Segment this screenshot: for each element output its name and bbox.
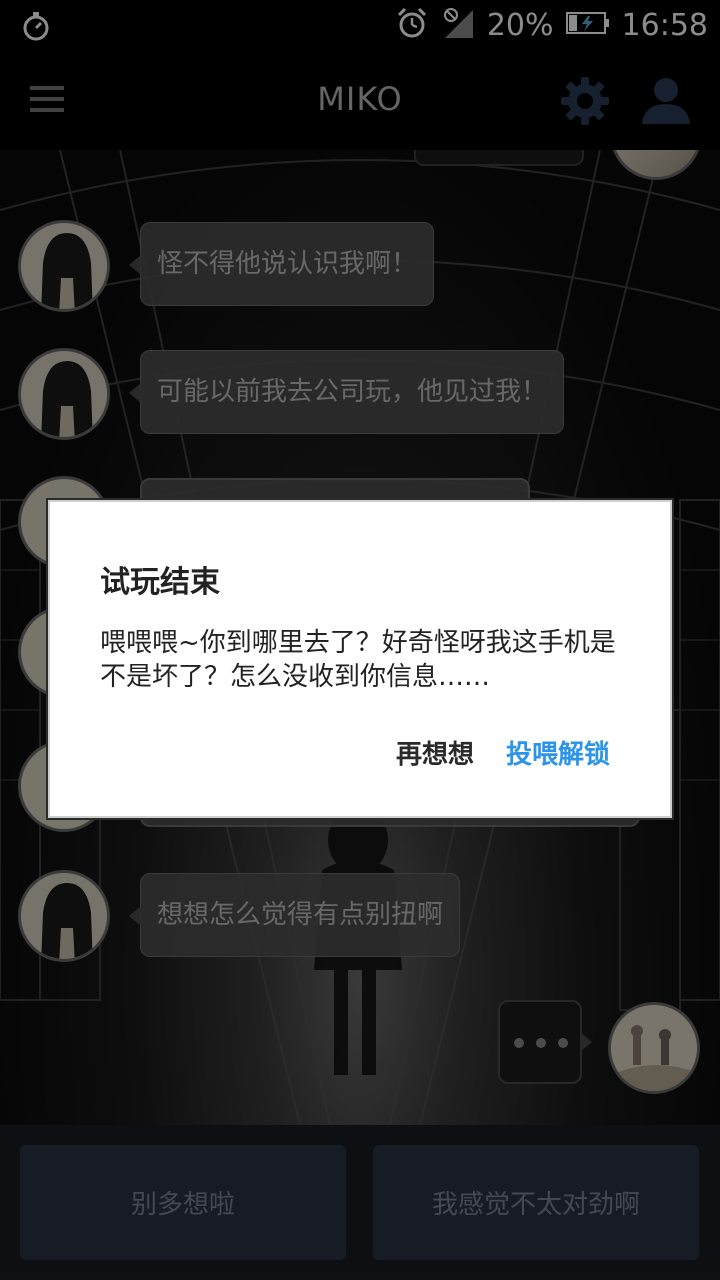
unlock-button[interactable]: 投喂解锁 bbox=[506, 734, 610, 771]
trial-ended-dialog: 试玩结束 喂喂喂~你到哪里去了？好奇怪呀我这手机是不是坏了？怎么没收到你信息……… bbox=[48, 500, 672, 818]
cancel-button[interactable]: 再想想 bbox=[396, 734, 474, 771]
dialog-title: 试玩结束 bbox=[100, 565, 220, 600]
dialog-message: 喂喂喂~你到哪里去了？好奇怪呀我这手机是不是坏了？怎么没收到你信息…… bbox=[100, 628, 616, 692]
